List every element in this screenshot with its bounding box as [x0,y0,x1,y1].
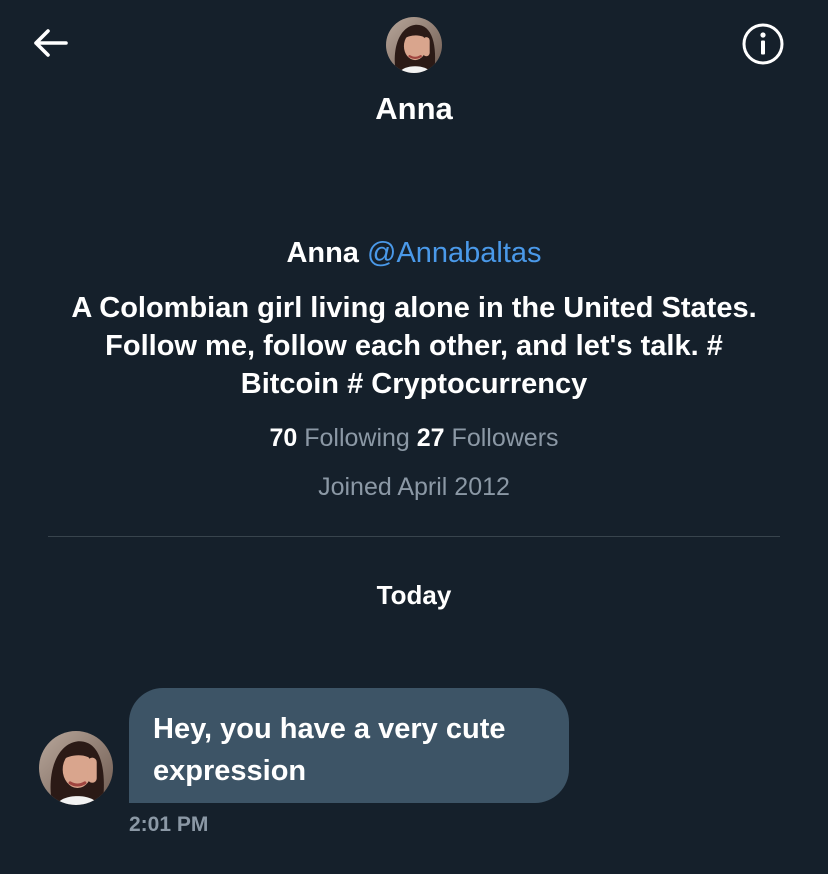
following-label: Following [304,424,410,452]
profile-handle[interactable]: @Annabaltas [367,237,542,269]
info-icon[interactable] [741,22,785,66]
message-bubble[interactable]: Hey, you have a very cute expression [129,688,569,803]
followers-label: Followers [451,424,559,452]
header-avatar[interactable] [386,17,442,73]
following-count: 70 [269,424,298,452]
message-avatar[interactable] [39,731,113,805]
conversation-title: Anna [375,91,453,126]
profile-name-line: Anna @Annabaltas [0,236,828,270]
date-separator: Today [376,580,452,610]
following-link[interactable]: 70 Following [269,424,409,452]
profile-name[interactable]: Anna [286,237,359,269]
followers-count: 27 [416,424,445,452]
joined-date: Joined April 2012 [318,473,510,501]
back-arrow-icon[interactable] [30,26,70,60]
followers-link[interactable]: 27 Followers [417,424,559,452]
follow-stats: 70 Following 27 Followers [0,423,828,453]
message-timestamp: 2:01 PM [129,813,209,836]
divider [48,536,780,537]
profile-bio: A Colombian girl living alone in the Uni… [71,292,757,400]
